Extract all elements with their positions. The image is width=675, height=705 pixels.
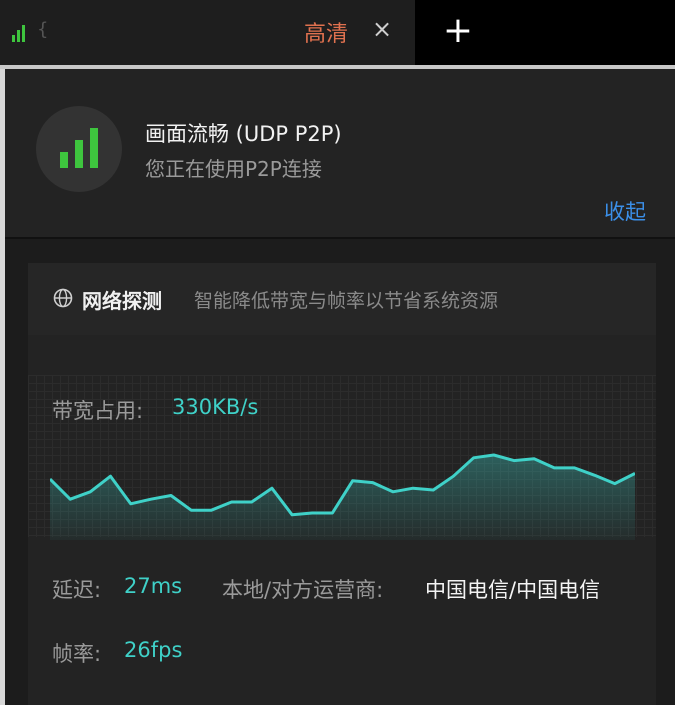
connection-quality-icon <box>36 106 122 192</box>
globe-icon <box>53 288 73 308</box>
close-tab-icon[interactable]: × <box>372 15 392 43</box>
network-detection-description: 智能降低带宽与帧率以节省系统资源 <box>194 290 499 312</box>
bandwidth-label: 带宽占用: <box>52 399 144 423</box>
connection-status-title: 画面流畅 (UDP P2P) <box>145 122 342 146</box>
quality-label[interactable]: 高清 <box>304 16 348 48</box>
isp-value: 中国电信/中国电信 <box>425 578 601 602</box>
latency-label: 延迟: <box>52 578 102 602</box>
framerate-label: 帧率: <box>52 642 102 666</box>
network-detection-title: 网络探测 <box>82 289 162 313</box>
bandwidth-chart <box>50 453 635 540</box>
session-tab[interactable]: { 高清 × <box>0 0 415 65</box>
new-tab-button[interactable]: + <box>440 10 476 52</box>
collapse-link[interactable]: 收起 <box>604 196 646 226</box>
isp-label: 本地/对方运营商: <box>222 578 384 602</box>
bandwidth-value: 330KB/s <box>172 395 259 419</box>
signal-strength-icon <box>12 22 32 42</box>
connection-status-subtitle: 您正在使用P2P连接 <box>145 157 322 181</box>
loading-indicator: { <box>37 19 49 40</box>
framerate-value: 26fps <box>124 638 183 662</box>
latency-value: 27ms <box>124 574 183 598</box>
